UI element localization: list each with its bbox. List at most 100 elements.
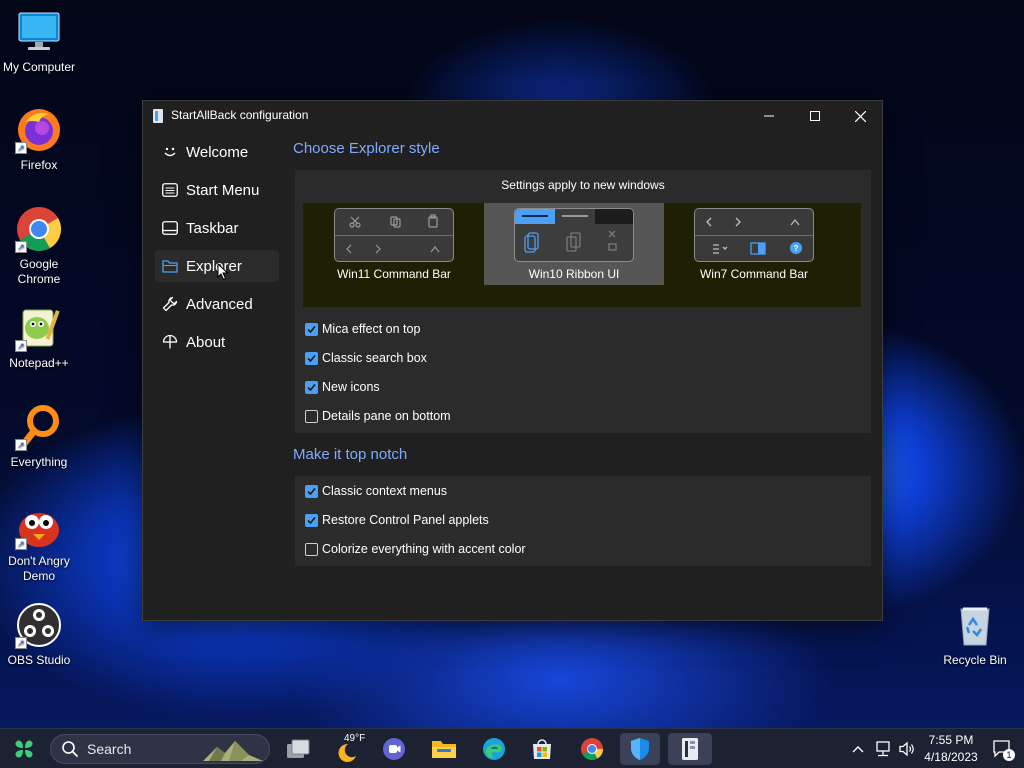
everything-search-icon: ↗ [15,403,63,451]
taskbar-app-security[interactable] [620,733,660,765]
search-highlight-mountains-icon [203,741,263,761]
search-input[interactable] [87,741,197,757]
weather-temperature: 49°F [344,733,366,744]
checkbox-label: Mica effect on top [322,322,421,336]
speaker-icon [899,741,914,757]
network-status-button[interactable] [872,729,894,768]
clock-time: 7:55 PM [928,733,974,747]
nav-item-label: Taskbar [186,219,239,237]
shortcut-arrow-icon: ↗ [15,538,27,550]
checkbox-checked-icon[interactable] [305,351,318,365]
shortcut-arrow-icon: ↗ [15,241,27,253]
checkbox-colorize-accent[interactable]: Colorize everything with accent color [305,540,526,558]
window-title: StartAllBack configuration [171,108,309,122]
mouse-cursor-icon [217,263,229,281]
checkbox-details-pane[interactable]: Details pane on bottom [305,407,451,425]
nav-item-welcome[interactable]: Welcome [155,136,279,168]
checkbox-mica-effect[interactable]: Mica effect on top [305,320,420,338]
desktop-icon-notepadpp[interactable]: ↗ Notepad++ [0,304,78,371]
shortcut-arrow-icon: ↗ [15,439,27,451]
settings-note: Settings apply to new windows [501,178,665,192]
checkbox-checked-icon[interactable] [305,322,318,336]
section-title-explorer-style: Choose Explorer style [293,140,440,157]
start-button[interactable] [6,733,42,765]
win7-command-bar-preview: ? [694,208,814,262]
close-button[interactable] [837,101,883,131]
checkbox-unchecked-icon[interactable] [305,409,318,423]
checkbox-label: Classic search box [322,351,427,365]
checkbox-unchecked-icon[interactable] [305,542,318,556]
desktop-icon-firefox[interactable]: ↗ Firefox [0,106,78,173]
taskbar-search[interactable] [50,734,270,764]
nav-item-start-menu[interactable]: Start Menu [155,174,279,206]
taskbar-app-teams[interactable] [376,733,412,765]
smiley-icon [161,143,179,161]
desktop-icon-label: Don't Angry Demo [8,554,70,583]
desktop-icon-my-computer[interactable]: My Computer [0,8,78,75]
desktop-icon-recycle-bin[interactable]: Recycle Bin [936,601,1014,668]
style-option-win10[interactable]: Win10 Ribbon UI [484,203,664,285]
weather-moon-icon [338,743,356,762]
nav-item-about[interactable]: About [155,326,279,358]
notepadpp-icon: ↗ [15,304,63,352]
taskbar-clock[interactable]: 7:55 PM 4/18/2023 [920,732,982,766]
checkbox-label: Classic context menus [322,484,448,498]
style-option-win11[interactable]: Win11 Command Bar [304,203,484,285]
nav-item-label: Advanced [186,295,253,313]
checkbox-checked-icon[interactable] [305,513,318,527]
desktop-icon-everything[interactable]: ↗ Everything [0,403,78,470]
taskbar-app-store[interactable] [524,733,560,765]
desktop-icon-label: My Computer [2,60,76,74]
notification-center-button[interactable]: 1 [990,729,1016,768]
style-option-label: Win10 Ribbon UI [528,267,620,281]
chrome-icon: ↗ [15,205,63,253]
desktop-icon-obs[interactable]: ↗ OBS Studio [0,601,78,668]
checkbox-label: Colorize everything with accent color [322,542,526,556]
taskbar-app-edge[interactable] [476,733,512,765]
clock-date: 4/18/2023 [924,750,978,764]
weather-widget[interactable]: 49°F [330,733,370,765]
taskbar-app-file-explorer[interactable] [426,733,462,765]
show-hidden-icons-button[interactable] [848,729,868,768]
checkbox-checked-icon[interactable] [305,380,318,394]
startallback-window: StartAllBack configuration Welcome Start… [142,100,883,621]
title-bar[interactable]: StartAllBack configuration [143,101,882,131]
taskbar-icon [161,219,179,237]
shortcut-arrow-icon: ↗ [15,637,27,649]
volume-button[interactable] [896,729,918,768]
desktop-icon-dont-angry-demo[interactable]: ↗ Don't Angry Demo [0,502,78,584]
maximize-button[interactable] [792,101,838,131]
checkbox-restore-control-panel[interactable]: Restore Control Panel applets [305,511,489,529]
nav-item-label: About [186,333,226,351]
checkbox-classic-search[interactable]: Classic search box [305,349,427,367]
nav-item-taskbar[interactable]: Taskbar [155,212,279,244]
explorer-style-panel: Settings apply to new windows Win11 Comm… [295,170,871,433]
desktop-icon-chrome[interactable]: ↗ Google Chrome [0,205,78,287]
chrome-icon [581,738,603,760]
desktop-icon-label: Recycle Bin [943,653,1007,667]
notification-count-badge: 1 [1003,749,1015,761]
nav-item-advanced[interactable]: Advanced [155,288,279,320]
style-option-win7[interactable]: ? Win7 Command Bar [664,203,844,285]
taskbar-app-chrome[interactable] [574,733,610,765]
nav-item-label: Start Menu [186,181,260,199]
recycle-bin-icon [951,601,999,649]
edge-icon [483,738,505,760]
maximize-icon [810,111,820,121]
nav-item-label: Welcome [186,143,249,161]
taskbar: 49°F [0,728,1024,768]
file-explorer-icon [432,741,456,758]
search-icon [62,741,78,757]
checkbox-new-icons[interactable]: New icons [305,378,380,396]
task-view-button[interactable] [280,733,316,765]
windows-security-shield-icon [631,738,649,760]
about-icon [161,333,179,351]
taskbar-app-startallback[interactable] [668,733,712,765]
start-clover-icon [15,740,33,758]
checkbox-classic-context-menus[interactable]: Classic context menus [305,482,447,500]
monitor-icon [15,8,63,56]
top-notch-panel: Classic context menus Restore Control Pa… [295,476,871,566]
checkbox-checked-icon[interactable] [305,484,318,498]
folder-icon [161,257,179,275]
minimize-button[interactable] [746,101,792,131]
